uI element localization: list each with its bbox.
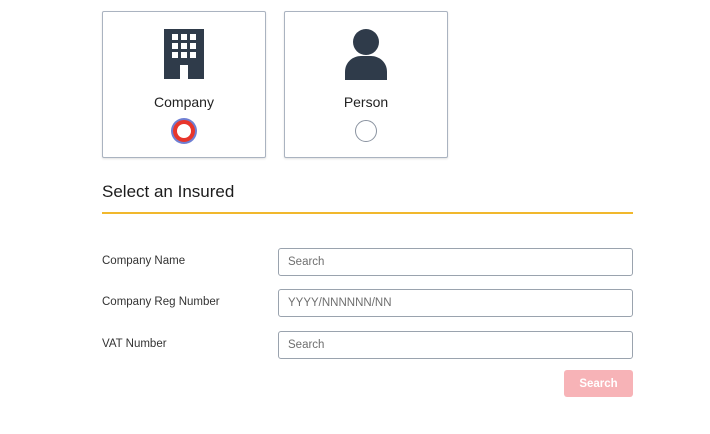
person-icon bbox=[345, 29, 387, 80]
company-name-label: Company Name bbox=[102, 255, 186, 267]
person-type-card[interactable]: Person bbox=[284, 11, 448, 158]
person-radio[interactable] bbox=[355, 120, 377, 142]
company-type-label: Company bbox=[154, 94, 214, 110]
company-type-card[interactable]: Company bbox=[102, 11, 266, 158]
section-divider bbox=[102, 212, 633, 214]
vat-number-input[interactable] bbox=[278, 331, 633, 359]
building-icon bbox=[164, 29, 204, 79]
company-reg-input[interactable] bbox=[278, 289, 633, 317]
section-title: Select an Insured bbox=[102, 182, 235, 201]
search-button[interactable]: Search bbox=[564, 370, 633, 397]
person-type-label: Person bbox=[343, 94, 389, 110]
company-reg-label: Company Reg Number bbox=[102, 296, 220, 308]
company-radio[interactable] bbox=[173, 120, 195, 142]
company-name-input[interactable] bbox=[278, 248, 633, 276]
vat-number-label: VAT Number bbox=[102, 338, 167, 350]
